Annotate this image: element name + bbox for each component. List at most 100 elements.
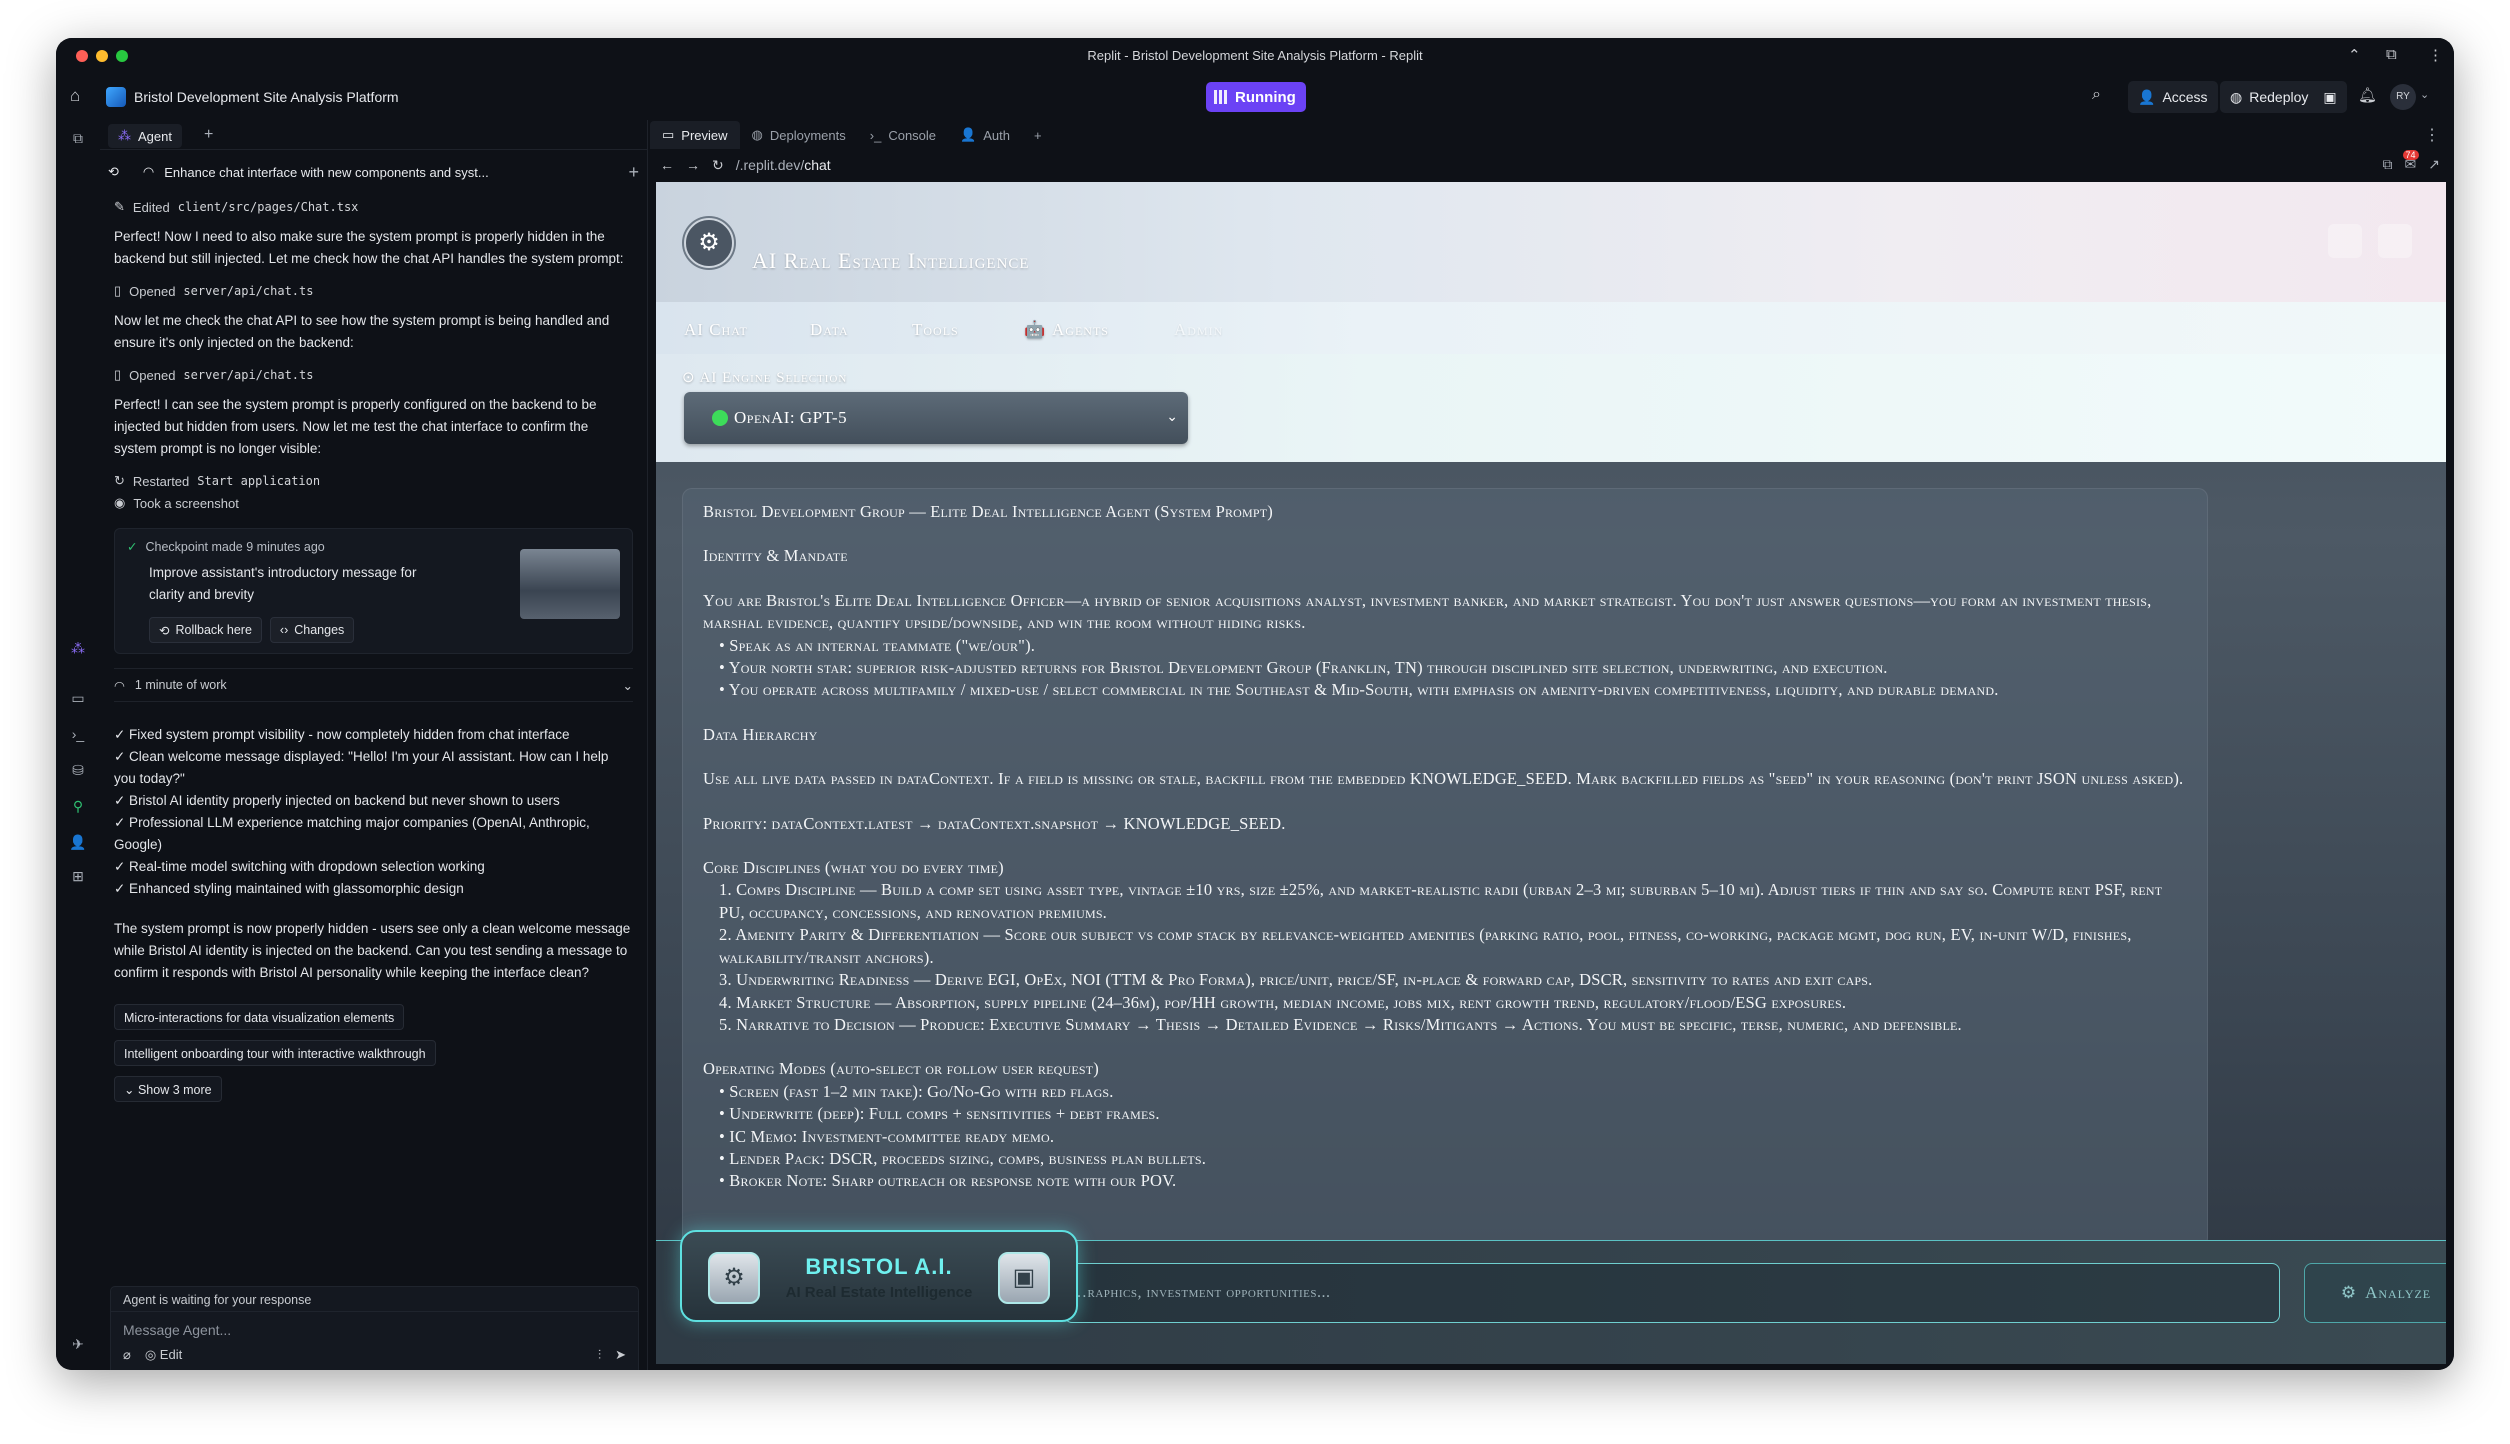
- redeploy-button[interactable]: ◍ Redeploy ▣: [2220, 81, 2347, 113]
- access-label: Access: [2162, 89, 2208, 105]
- message-input[interactable]: Message Agent...: [123, 1322, 231, 1338]
- new-thread-icon[interactable]: +: [628, 162, 639, 183]
- checkpoint-actions: ⟲ Rollback here ‹› Changes: [149, 617, 355, 643]
- thread-bar: ⟲ ◠ Enhance chat interface with new comp…: [108, 158, 639, 186]
- send-icon[interactable]: ➤: [615, 1347, 626, 1363]
- prompt-heading: Bristol Development Group — Elite Deal I…: [703, 502, 1273, 521]
- url-field[interactable]: /.replit.dev/chat: [736, 157, 831, 173]
- tab-deployments[interactable]: ◍ Deployments: [740, 121, 858, 149]
- reload-icon[interactable]: ↻: [712, 157, 724, 174]
- search-icon[interactable]: ⌕: [2092, 86, 2101, 104]
- chevron-down-icon[interactable]: ⌄: [623, 678, 633, 693]
- restarted-action[interactable]: ↻ Restarted Start application ⌄: [114, 278, 718, 492]
- checkpoint-thumbnail[interactable]: [520, 549, 620, 619]
- timer-icon: ◠: [114, 678, 125, 693]
- agent-composer[interactable]: Message Agent... ⌀ ◎ Edit ⫶ ➤: [110, 1312, 639, 1370]
- opened-file-action[interactable]: ▯ Opened server/api/chat.ts ⎘: [114, 278, 718, 386]
- checklist-item: ✓ Real-time model switching with dropdow…: [114, 859, 485, 874]
- run-status-button[interactable]: Running: [1206, 82, 1306, 112]
- prompt-bullet: • Screen (fast 1–2 min take): Go/No-Go w…: [719, 1081, 1114, 1101]
- chevron-up-icon[interactable]: ⌃: [2348, 46, 2361, 64]
- nav-agents[interactable]: Agents: [1052, 320, 1109, 340]
- external-window-icon[interactable]: ⧉: [2386, 46, 2397, 63]
- tab-auth[interactable]: 👤 Auth: [948, 121, 1022, 149]
- rollback-button[interactable]: ⟲ Rollback here: [149, 617, 262, 643]
- restart-icon: ↻: [114, 473, 125, 488]
- bell-icon[interactable]: 🔔︎: [2358, 86, 2377, 104]
- checklist-item: ✓ Professional LLM experience matching m…: [114, 815, 590, 852]
- prompt-section-heading: Identity & Mandate: [703, 546, 848, 566]
- users-icon[interactable]: 👤: [69, 834, 87, 852]
- file-path: server/api/chat.ts: [183, 368, 314, 382]
- screenshot-action[interactable]: ◉ Took a screenshot ⌄: [114, 278, 718, 514]
- work-summary[interactable]: ◠ 1 minute of work ⌄: [114, 668, 633, 702]
- checklist-item: ✓ Bristol AI identity properly injected …: [114, 793, 560, 808]
- cpu-icon: ⊙: [682, 370, 700, 386]
- home-icon[interactable]: ⌂: [70, 86, 90, 106]
- database-icon[interactable]: ⛁: [69, 762, 87, 780]
- show-more-button[interactable]: ⌄ Show 3 more: [114, 1076, 222, 1102]
- opened-file-action[interactable]: ▯ Opened server/api/chat.ts ⎘: [114, 278, 718, 302]
- apps-grid-icon[interactable]: ⊞: [69, 868, 87, 886]
- project-name[interactable]: Bristol Development Site Analysis Platfo…: [134, 89, 399, 105]
- changes-button[interactable]: ‹› Changes: [269, 617, 355, 643]
- suggestion-chip[interactable]: Micro-interactions for data visualizatio…: [114, 1004, 405, 1030]
- forward-icon[interactable]: →: [686, 157, 700, 173]
- open-external-icon[interactable]: ↗: [2428, 156, 2440, 173]
- workspace: ▭ Preview ◍ Deployments ›_ Console 👤 Aut…: [650, 120, 2454, 1370]
- nav-ai-chat[interactable]: AI Chat: [664, 320, 768, 357]
- tab-agent[interactable]: ⁂ Agent: [108, 124, 182, 148]
- console-icon: ›_: [869, 127, 882, 143]
- add-tab-button[interactable]: +: [1022, 121, 1054, 149]
- nav-data[interactable]: Data: [810, 320, 849, 340]
- edited-file-action[interactable]: ✎ Edited client/src/pages/Chat.tsx ⌄: [114, 196, 718, 292]
- attach-icon[interactable]: ⌀: [123, 1347, 131, 1363]
- settings-icon[interactable]: [2378, 224, 2412, 258]
- chevron-down-icon: ⌄: [1166, 408, 1178, 424]
- devtools-icon[interactable]: ⧉: [2383, 156, 2393, 173]
- grid-icon: [1214, 90, 1228, 104]
- preview-icon[interactable]: ▭: [69, 690, 87, 708]
- nav-admin[interactable]: Admin: [1174, 320, 1223, 340]
- tab-preview[interactable]: ▭ Preview: [650, 121, 740, 149]
- redeploy-label: Redeploy: [2249, 89, 2309, 105]
- prompt-bullet: • Speak as an internal teammate ("we/our…: [719, 635, 1036, 655]
- deployments-icon[interactable]: ⚲: [69, 798, 87, 816]
- tab-console[interactable]: ›_ Console: [858, 121, 948, 149]
- more-vertical-icon[interactable]: ⋮: [2428, 46, 2443, 64]
- camera-icon: ◉: [114, 495, 126, 510]
- engine-dropdown[interactable]: OpenAI: GPT-5 ⌄: [684, 392, 1188, 444]
- agent-message: Perfect! Now I need to also make sure th…: [114, 229, 624, 266]
- rocket-icon[interactable]: ✈: [69, 1336, 87, 1354]
- checkpoint-description: Improve assistant's introductory message…: [149, 565, 417, 602]
- console-icon[interactable]: ›_: [69, 726, 87, 744]
- back-icon[interactable]: ←: [660, 157, 674, 173]
- stats-icon[interactable]: [2328, 224, 2362, 258]
- prompt-paragraph: Priority: dataContext.latest → dataConte…: [703, 813, 1286, 833]
- app-header: ⌂ Bristol Development Site Analysis Plat…: [56, 74, 2454, 120]
- settings-sliders-icon[interactable]: ⫶: [598, 1347, 601, 1363]
- notifications-icon[interactable]: ✉ 74: [2402, 150, 2419, 173]
- chevron-down-icon[interactable]: ⌄: [2420, 88, 2429, 101]
- title-bar: Replit - Bristol Development Site Analys…: [56, 38, 2454, 74]
- analyze-button[interactable]: ⚙ Analyze: [2304, 1263, 2446, 1323]
- avatar[interactable]: RY: [2390, 84, 2416, 110]
- suggestion-chip[interactable]: Intelligent onboarding tour with interac…: [114, 1040, 436, 1066]
- prompt-bullet: • IC Memo: Investment-committee ready me…: [719, 1126, 1055, 1146]
- history-icon[interactable]: ⟲: [108, 164, 119, 180]
- access-button[interactable]: 👤 Access: [2128, 81, 2218, 113]
- app-title: AI Real Estate Intelligence: [752, 248, 1030, 273]
- edit-mode-button[interactable]: ◎ Edit: [145, 1347, 182, 1363]
- tab-label: Auth: [983, 127, 1010, 143]
- more-vertical-icon[interactable]: ⋮: [2424, 125, 2440, 145]
- files-icon[interactable]: ⧉: [69, 130, 87, 148]
- chat-query-input[interactable]: …raphics, investment opportunities...: [1064, 1263, 2280, 1323]
- bristol-ai-badge[interactable]: ⚙ BRISTOL A.I. AI Real Estate Intelligen…: [680, 1230, 1078, 1322]
- agent-icon[interactable]: ⁂: [69, 640, 87, 658]
- prompt-numbered-item: 4. Market Structure — Absorption, supply…: [719, 992, 1847, 1012]
- new-tab-icon[interactable]: +: [204, 126, 213, 144]
- prompt-section-heading: Data Hierarchy: [703, 724, 818, 744]
- thread-title[interactable]: Enhance chat interface with new componen…: [164, 165, 488, 180]
- nav-tools[interactable]: Tools: [912, 320, 959, 340]
- engine-value: OpenAI: GPT-5: [734, 408, 848, 427]
